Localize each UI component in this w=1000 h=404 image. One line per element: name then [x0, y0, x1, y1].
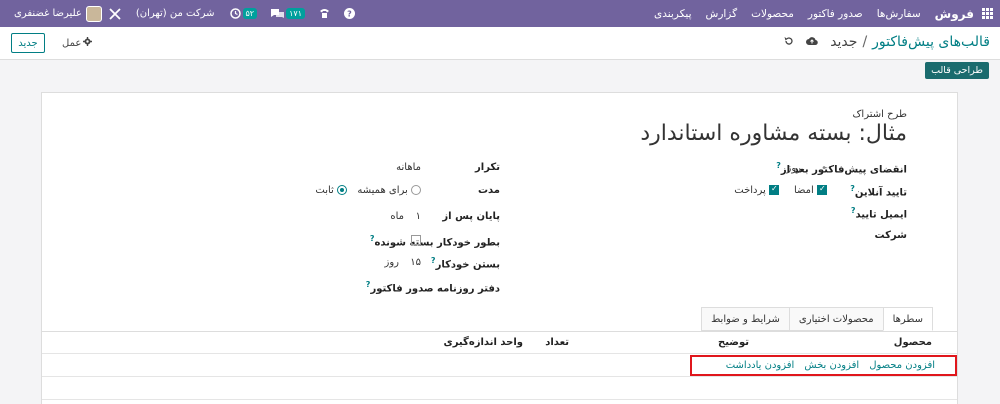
auto-close-days-label: بستن خودکار? [431, 256, 500, 270]
auto-close-days-input[interactable]: ۱۵ [410, 257, 421, 268]
payment-checkbox-group: پرداخت [734, 184, 779, 196]
end-after-unit[interactable]: ماه [390, 211, 404, 222]
sign-label: امضا [793, 185, 814, 196]
add-lines-highlight: افزودن محصول افزودن بخش افزودن یادداشت [690, 355, 957, 376]
apps-grid-icon[interactable] [980, 7, 994, 21]
action-button-label: عمل [62, 37, 82, 49]
user-menu[interactable]: علیرضا غضنفری [14, 5, 102, 22]
chat-icon[interactable]: ۱۷۱ [271, 8, 305, 19]
help-icon[interactable]: ? [343, 8, 355, 19]
company-label: شرکت [874, 230, 907, 241]
form-title-input[interactable]: مثال: بسته مشاوره استاندارد [640, 121, 907, 146]
column-description[interactable]: توضیح [718, 337, 749, 348]
svg-text:?: ? [347, 10, 352, 19]
menu-item-reporting[interactable]: گزارش [706, 8, 738, 20]
navbar-systray: ? ۱۷۱ ۵۲ شرکت من (تهران) علیرضا غضنفری [0, 5, 362, 22]
recurrence-select[interactable]: ماهانه [396, 162, 421, 173]
fixed-label: ثابت [315, 185, 334, 196]
app-name[interactable]: فروش [935, 7, 974, 21]
column-quantity[interactable]: تعداد [545, 337, 569, 348]
notebook-tabs: سطرها محصولات اختیاری شرایط و ضوابط [701, 307, 933, 331]
confirm-email-label-text: ایمیل تایید [855, 209, 908, 221]
company-switcher[interactable]: شرکت من (تهران) [136, 8, 215, 19]
checkbox-box[interactable] [411, 235, 421, 245]
phone-icon[interactable] [319, 8, 330, 19]
tab-terms-conditions[interactable]: شرایط و ضوابط [701, 307, 790, 331]
tools-icon[interactable] [109, 7, 121, 20]
avatar [85, 5, 102, 22]
discard-undo-icon[interactable] [784, 35, 794, 49]
invoice-journal-label: دفتر روزنامه صدور فاکتور? [366, 280, 500, 294]
gear-icon [83, 37, 93, 49]
auto-close-label-text: بطور خودکار بسته شونده [374, 237, 500, 249]
breadcrumb: قالب‌های پیش‌فاکتور / جدید [784, 34, 990, 50]
fixed-radio-group: ثابت [315, 185, 347, 196]
add-note-link[interactable]: افزودن یادداشت [726, 360, 795, 371]
invoice-journal-label-text: دفتر روزنامه صدور فاکتور [370, 283, 500, 295]
new-button[interactable]: جدید [11, 33, 45, 53]
sign-checkbox[interactable] [817, 184, 827, 195]
tab-optional-products[interactable]: محصولات اختیاری [788, 307, 884, 331]
tab-divider [42, 331, 957, 332]
tab-order-lines[interactable]: سطرها [882, 307, 933, 331]
design-template-button[interactable]: طراحی قالب [925, 62, 989, 79]
payment-label: پرداخت [734, 185, 766, 196]
end-after-label: پایان پس از [442, 211, 500, 222]
end-after-input[interactable]: ۱ [416, 211, 421, 222]
menu-item-configuration[interactable]: پیکربندی [654, 8, 692, 20]
sign-checkbox-group: امضا [793, 184, 827, 196]
auto-close-days-unit: روز [384, 257, 400, 268]
menu-item-invoicing[interactable]: صدور فاکتور [808, 8, 863, 20]
table-row-divider [42, 353, 957, 354]
form-subtitle: طرح اشتراک [852, 109, 907, 120]
forever-radio-group: برای همیشه [357, 185, 421, 196]
add-section-link[interactable]: افزودن بخش [804, 360, 859, 371]
action-menu-button[interactable]: عمل [62, 37, 93, 49]
auto-close-label: بطور خودکار بسته شونده? [370, 234, 500, 248]
activity-clock-icon[interactable]: ۵۲ [229, 8, 258, 19]
breadcrumb-current: جدید [830, 34, 858, 50]
top-navbar: فروش سفارش‌ها صدور فاکتور محصولات گزارش … [0, 0, 1000, 27]
activity-badge: ۵۲ [242, 8, 258, 19]
chat-badge: ۱۷۱ [286, 8, 305, 19]
expiry-input[interactable]: • [821, 163, 827, 174]
form-sheet: طرح اشتراک مثال: بسته مشاوره استاندارد ا… [41, 92, 958, 404]
table-row-divider [42, 399, 957, 400]
control-panel: قالب‌های پیش‌فاکتور / جدید جدید عمل [0, 27, 1000, 60]
auto-close-days-label-text: بستن خودکار [435, 259, 500, 271]
auto-close-checkbox[interactable] [411, 235, 421, 246]
duration-label: مدت [477, 185, 500, 196]
menu-item-products[interactable]: محصولات [751, 8, 794, 20]
fixed-radio[interactable] [337, 185, 347, 195]
forever-radio[interactable] [411, 185, 421, 195]
breadcrumb-separator: / [862, 34, 868, 50]
table-row-divider [42, 376, 957, 377]
confirm-email-label: ایمیل تایید? [851, 206, 907, 220]
recurrence-label: تکرار [475, 162, 500, 173]
payment-checkbox[interactable] [769, 184, 779, 195]
online-confirm-label-text: تایید آنلاین [854, 187, 907, 199]
expiry-unit: روز [786, 163, 802, 174]
breadcrumb-parent[interactable]: قالب‌های پیش‌فاکتور [872, 34, 990, 50]
add-product-link[interactable]: افزودن محصول [869, 360, 935, 371]
forever-label: برای همیشه [357, 185, 408, 196]
column-product[interactable]: محصول [894, 337, 932, 348]
column-uom[interactable]: واحد اندازه‌گیری [444, 337, 523, 348]
user-name: علیرضا غضنفری [14, 8, 82, 19]
save-cloud-icon[interactable] [806, 35, 818, 49]
menu-item-orders[interactable]: سفارش‌ها [877, 8, 921, 20]
online-confirm-label: تایید آنلاین? [850, 184, 907, 198]
